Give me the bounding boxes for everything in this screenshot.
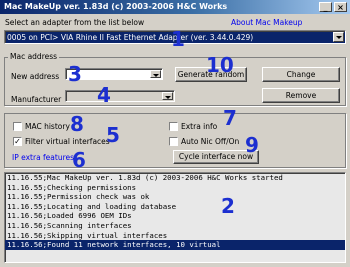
log-line-selected: 11.16.56;Found 11 network interfaces, 10… (5, 240, 345, 250)
annotation-5: 5 (106, 123, 120, 147)
annotation-4: 4 (97, 83, 111, 107)
auto-nic-checkbox[interactable] (169, 137, 178, 146)
annotation-6: 6 (72, 148, 86, 172)
mac-address-group-title: Mac address (8, 52, 60, 61)
title-bar: Mac MakeUp ver. 1.83d (c) 2003-2006 H&C … (0, 0, 350, 14)
extra-info-label: Extra info (181, 122, 218, 131)
mac-history-checkbox[interactable] (13, 122, 22, 131)
remove-button[interactable]: Remove (262, 88, 340, 103)
adapter-prompt: Select an adapter from the list below (5, 18, 145, 27)
annotation-1: 1 (171, 27, 185, 51)
log-list[interactable]: 11.16.55;Mac MakeUp ver. 1.83d (c) 2003-… (4, 172, 346, 263)
annotation-9: 9 (245, 133, 259, 157)
auto-nic-label: Auto Nic Off/On (181, 137, 240, 146)
chevron-down-icon[interactable] (333, 32, 344, 42)
close-button[interactable]: × (334, 2, 347, 12)
chevron-down-icon[interactable] (162, 92, 173, 100)
annotation-2: 2 (221, 194, 235, 218)
log-line: 11.16.56;Loaded 6996 OEM IDs (7, 211, 132, 221)
filter-virtual-label: Filter virtual interfaces (25, 137, 110, 146)
manufacturer-combo[interactable] (65, 90, 175, 102)
annotation-3: 3 (68, 62, 82, 86)
adapter-selected-value: 0005 on PCI> VIA Rhine II Fast Ethernet … (7, 33, 254, 42)
log-line: 11.16.55;Locating and loading database (7, 201, 177, 211)
new-address-label: New address (11, 72, 60, 81)
log-line: 11.16.56;Skipping virtual interfaces (7, 230, 168, 240)
change-button[interactable]: Change (262, 67, 340, 82)
extra-info-checkbox[interactable] (169, 122, 178, 131)
annotation-7: 7 (223, 106, 237, 130)
log-line: 11.16.55;Permission check was ok (7, 192, 150, 202)
annotation-8: 8 (70, 112, 84, 136)
chevron-down-icon[interactable] (150, 70, 161, 78)
log-line: 11.16.55;Mac MakeUp ver. 1.83d (c) 2003-… (7, 173, 283, 182)
log-line: 11.16.56;Scanning interfaces (7, 220, 132, 230)
ip-extra-features-link[interactable]: IP extra features (12, 153, 74, 162)
window-title: Mac MakeUp ver. 1.83d (c) 2003-2006 H&C … (4, 2, 228, 11)
about-link[interactable]: About Mac Makeup (231, 18, 302, 27)
manufacturer-label: Manufacturer (11, 95, 62, 104)
log-line: 11.16.55;Checking permissions (7, 182, 137, 192)
minimize-button[interactable]: _ (319, 2, 332, 12)
mac-history-label: MAC history (25, 122, 70, 131)
annotation-10: 10 (206, 53, 234, 77)
filter-virtual-checkbox[interactable]: ✓ (13, 137, 22, 146)
